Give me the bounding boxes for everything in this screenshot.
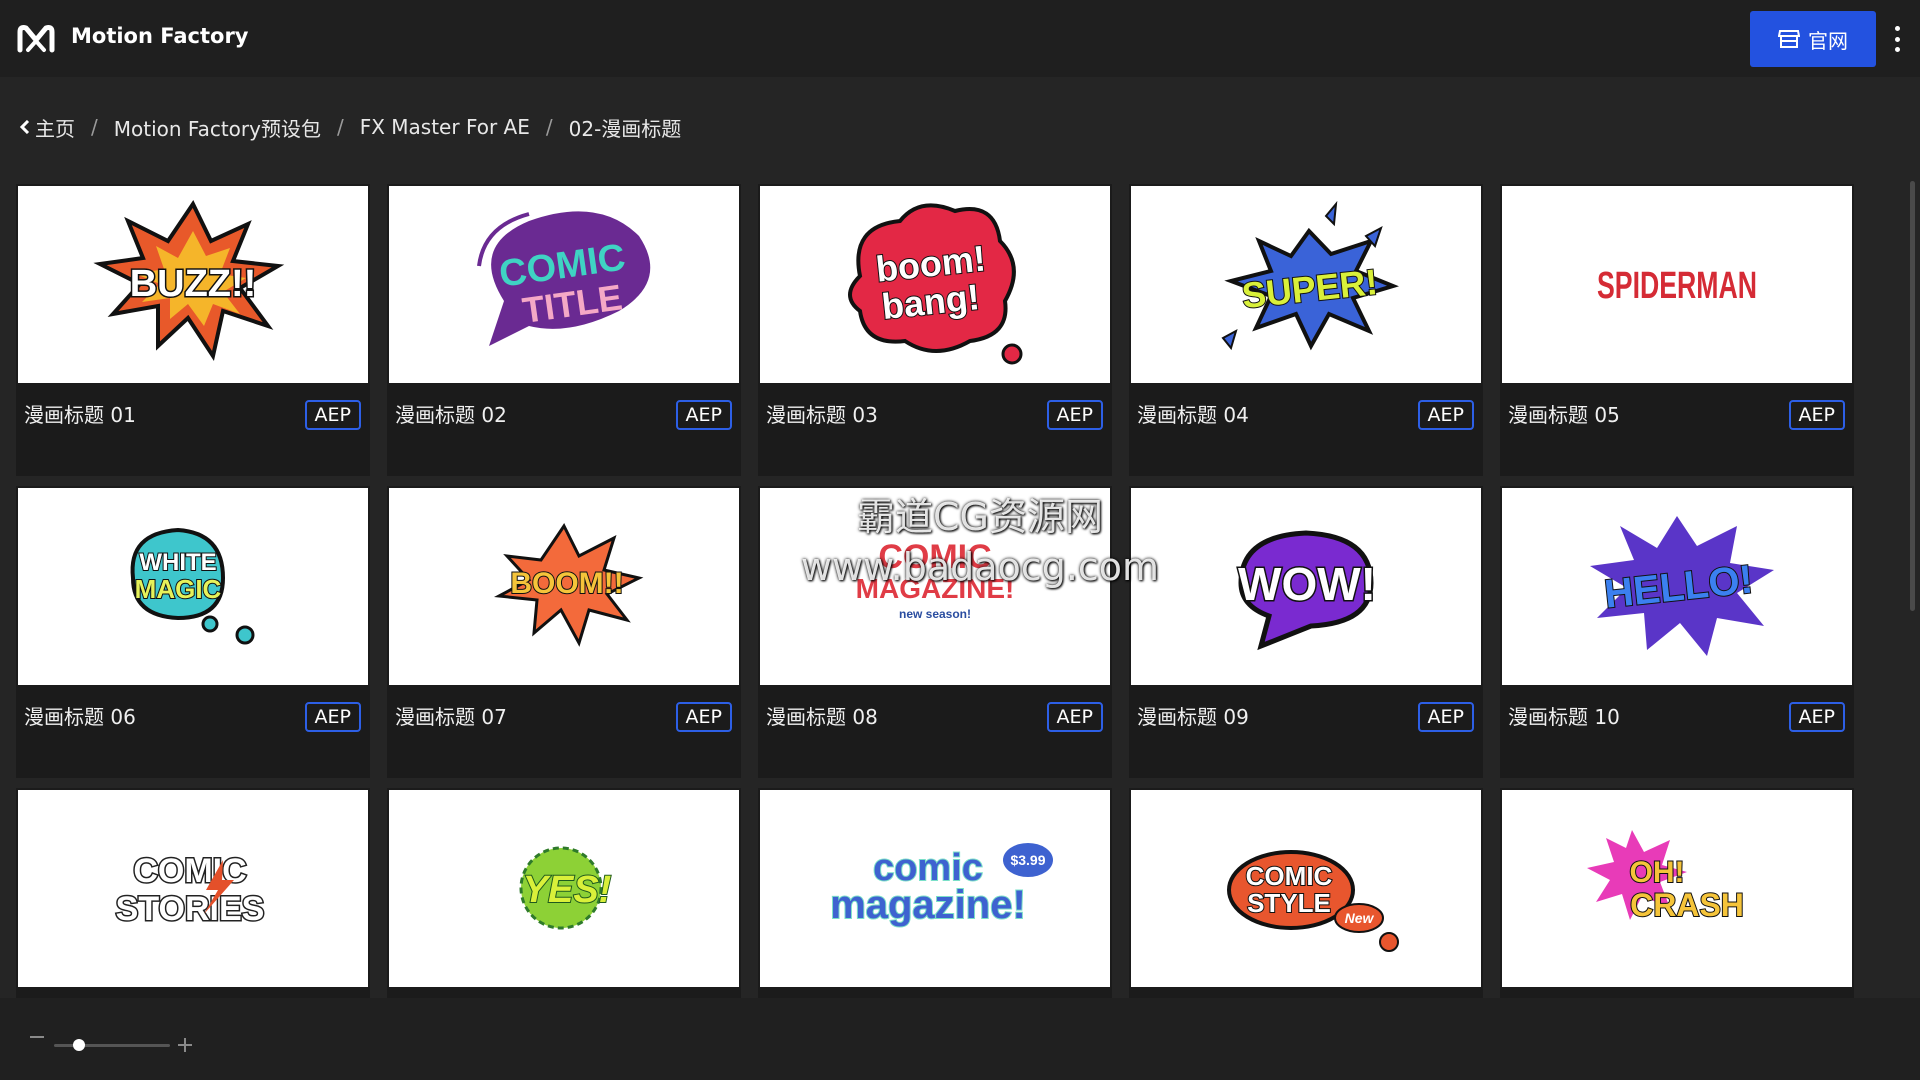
breadcrumb-separator: /: [545, 115, 553, 139]
preset-card[interactable]: comic magazine! $3.99: [758, 788, 1112, 998]
preset-art-text: SPIDERMAN: [1597, 265, 1757, 307]
preset-art-text: BUZZ!!: [130, 263, 257, 305]
preset-title: 漫画标题 08: [766, 705, 878, 729]
preset-card[interactable]: BUZZ!! 漫画标题 01 AEP: [16, 184, 370, 476]
breadcrumb-separator: /: [91, 115, 98, 139]
breadcrumb-current[interactable]: 02-漫画标题: [569, 113, 682, 142]
preset-art-text: STORIES: [116, 890, 265, 928]
preset-art-text: COMIC: [878, 538, 991, 576]
preset-title: 漫画标题 05: [1508, 403, 1620, 427]
preset-title: 漫画标题 10: [1508, 705, 1620, 729]
preset-title: 漫画标题 04: [1137, 403, 1249, 427]
preset-art-text: MAGIC: [135, 574, 222, 604]
preset-art-text: MAGAZINE!: [856, 573, 1015, 604]
preset-thumbnail[interactable]: comic magazine! $3.99: [760, 790, 1110, 987]
preset-card[interactable]: WHITE MAGIC 漫画标题 06 AEP: [16, 486, 370, 778]
zoom-out-icon[interactable]: [30, 1036, 44, 1038]
preset-art-text: COMIC: [1246, 861, 1333, 891]
aep-badge: AEP: [1788, 400, 1845, 430]
zoom-in-icon[interactable]: [178, 1038, 192, 1052]
official-site-button[interactable]: 官网: [1750, 11, 1876, 67]
preset-card[interactable]: COMIC MAGAZINE! new season! 漫画标题 08 AEP: [758, 486, 1112, 778]
breadcrumb-separator: /: [336, 115, 344, 139]
preset-card[interactable]: boom! bang! 漫画标题 03 AEP: [758, 184, 1112, 476]
aep-badge: AEP: [1046, 702, 1103, 732]
preset-title: 漫画标题 09: [1137, 705, 1249, 729]
official-site-label: 官网: [1808, 28, 1848, 53]
preset-thumbnail[interactable]: WOW!: [1131, 488, 1481, 685]
zoom-slider-track[interactable]: [54, 1044, 170, 1047]
preset-thumbnail[interactable]: COMIC STORIES: [18, 790, 368, 987]
preset-art-text: WHITE: [139, 549, 216, 576]
preset-card[interactable]: COMIC TITLE 漫画标题 02 AEP: [387, 184, 741, 476]
vertical-scrollbar[interactable]: [1910, 181, 1915, 611]
top-bar: Motion Factory 官网: [0, 0, 1920, 77]
aep-badge: AEP: [675, 400, 732, 430]
preset-thumbnail[interactable]: BUZZ!!: [18, 186, 368, 383]
breadcrumb-preset-pack[interactable]: Motion Factory预设包: [114, 113, 321, 142]
chevron-left-icon[interactable]: [20, 120, 31, 134]
storefront-icon: [1778, 30, 1800, 48]
preset-thumbnail[interactable]: WHITE MAGIC: [18, 488, 368, 685]
aep-badge: AEP: [304, 702, 361, 732]
aep-badge: AEP: [1046, 400, 1103, 430]
preset-art-text: CRASH: [1630, 887, 1744, 923]
preset-title: 漫画标题 02: [395, 403, 507, 427]
aep-badge: AEP: [1417, 702, 1474, 732]
kebab-menu-icon[interactable]: [1890, 26, 1904, 52]
preset-art-text: magazine!: [830, 883, 1026, 927]
preset-card[interactable]: HELLO! 漫画标题 10 AEP: [1500, 486, 1854, 778]
preset-card[interactable]: BOOM!! 漫画标题 07 AEP: [387, 486, 741, 778]
preset-art-text: YES!: [523, 869, 612, 911]
motion-factory-logo-icon[interactable]: [16, 20, 56, 56]
preset-thumbnail[interactable]: BOOM!!: [389, 488, 739, 685]
preset-thumbnail[interactable]: COMIC STYLE New: [1131, 790, 1481, 987]
preset-card[interactable]: COMIC STORIES: [16, 788, 370, 998]
preset-card[interactable]: SPIDERMAN 漫画标题 05 AEP: [1500, 184, 1854, 476]
breadcrumb: 主页 / Motion Factory预设包 / FX Master For A…: [20, 112, 681, 142]
preset-card[interactable]: YES!: [387, 788, 741, 998]
preset-thumbnail[interactable]: HELLO!: [1502, 488, 1852, 685]
aep-badge: AEP: [1788, 702, 1845, 732]
preset-title: 漫画标题 03: [766, 403, 878, 427]
preset-art-text: WOW!: [1238, 558, 1376, 610]
preset-grid: BUZZ!! 漫画标题 01 AEP COMIC TITLE 漫画标题 02 A…: [16, 184, 1854, 998]
preset-card[interactable]: SUPER! 漫画标题 04 AEP: [1129, 184, 1483, 476]
preset-thumbnail[interactable]: SUPER!: [1131, 186, 1481, 383]
preset-art-text: New: [1345, 910, 1375, 926]
preset-thumbnail[interactable]: OH! CRASH: [1502, 790, 1852, 987]
app-title: Motion Factory: [71, 24, 249, 48]
preset-thumbnail[interactable]: COMIC TITLE: [389, 186, 739, 383]
preset-art-text: STYLE: [1247, 888, 1331, 918]
aep-badge: AEP: [675, 702, 732, 732]
zoom-slider-handle[interactable]: [73, 1039, 85, 1051]
aep-badge: AEP: [304, 400, 361, 430]
preset-card[interactable]: OH! CRASH: [1500, 788, 1854, 998]
preset-art-text: $3.99: [1010, 852, 1045, 868]
preset-title: 漫画标题 01: [24, 403, 136, 427]
preset-thumbnail[interactable]: YES!: [389, 790, 739, 987]
aep-badge: AEP: [1417, 400, 1474, 430]
preset-art-text: OH!: [1630, 856, 1685, 889]
preset-thumbnail[interactable]: boom! bang!: [760, 186, 1110, 383]
preset-art-text: new season!: [899, 607, 971, 621]
preset-title: 漫画标题 06: [24, 705, 136, 729]
breadcrumb-fx-master[interactable]: FX Master For AE: [360, 115, 530, 139]
preset-art-text: BOOM!!: [510, 567, 623, 600]
breadcrumb-home[interactable]: 主页: [35, 113, 75, 142]
preset-thumbnail[interactable]: SPIDERMAN: [1502, 186, 1852, 383]
preset-card[interactable]: WOW! 漫画标题 09 AEP: [1129, 486, 1483, 778]
preset-title: 漫画标题 07: [395, 705, 507, 729]
preset-card[interactable]: COMIC STYLE New: [1129, 788, 1483, 998]
bottom-bar: [0, 998, 1920, 1080]
preset-thumbnail[interactable]: COMIC MAGAZINE! new season!: [760, 488, 1110, 685]
